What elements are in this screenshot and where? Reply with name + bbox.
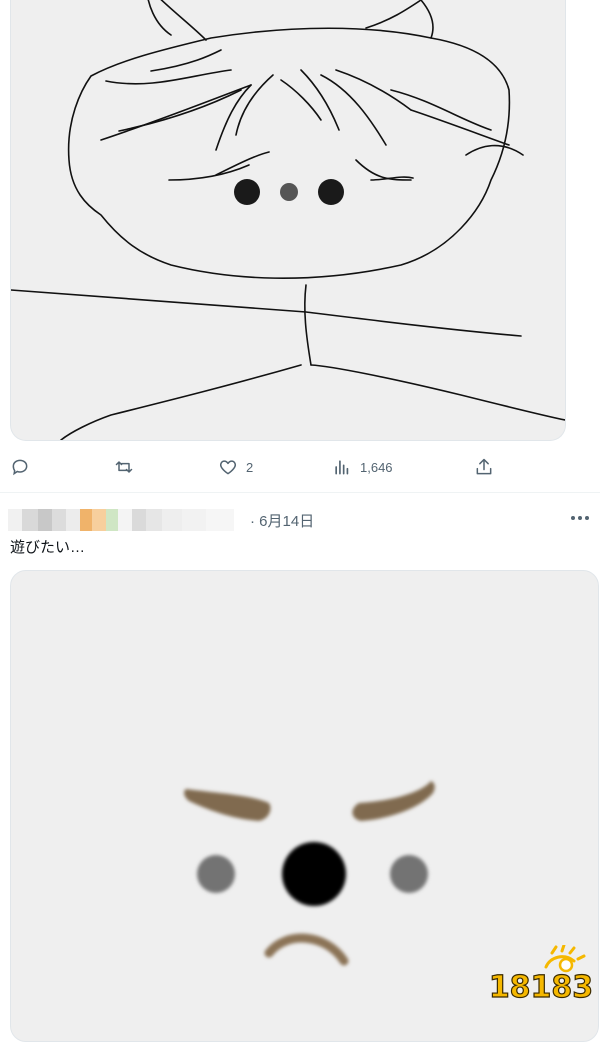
tweet2-timestamp[interactable]: · 6月14日: [250, 510, 314, 531]
more-icon: [571, 516, 589, 520]
blurred-username[interactable]: [8, 509, 248, 531]
more-options-button[interactable]: [566, 506, 594, 530]
like-icon: [219, 460, 237, 475]
reply-button[interactable]: [10, 452, 38, 482]
tweet1-media-image[interactable]: [10, 0, 566, 441]
tweet1-action-bar: 2 1,646: [0, 452, 600, 482]
18183-logo-icon: 18183: [488, 943, 594, 1006]
view-count: 1,646: [360, 459, 393, 475]
watermark-text: 18183: [490, 970, 592, 1005]
tweet-divider: [0, 492, 600, 493]
reply-icon: [12, 459, 28, 476]
retweet-icon: [115, 461, 133, 473]
views-icon: [335, 460, 349, 475]
tweet2-text: 遊びたい…: [10, 539, 86, 556]
site-watermark-logo: 18183: [488, 943, 594, 1006]
share-button[interactable]: [474, 452, 494, 482]
retweet-button[interactable]: [114, 452, 142, 482]
like-count: 2: [246, 459, 254, 475]
line-sketch-drawing: [11, 0, 565, 440]
like-button[interactable]: 2: [218, 452, 253, 482]
tweet2-header: · 6月14日: [0, 506, 600, 532]
views-button[interactable]: 1,646: [332, 452, 393, 482]
share-icon: [476, 458, 492, 475]
